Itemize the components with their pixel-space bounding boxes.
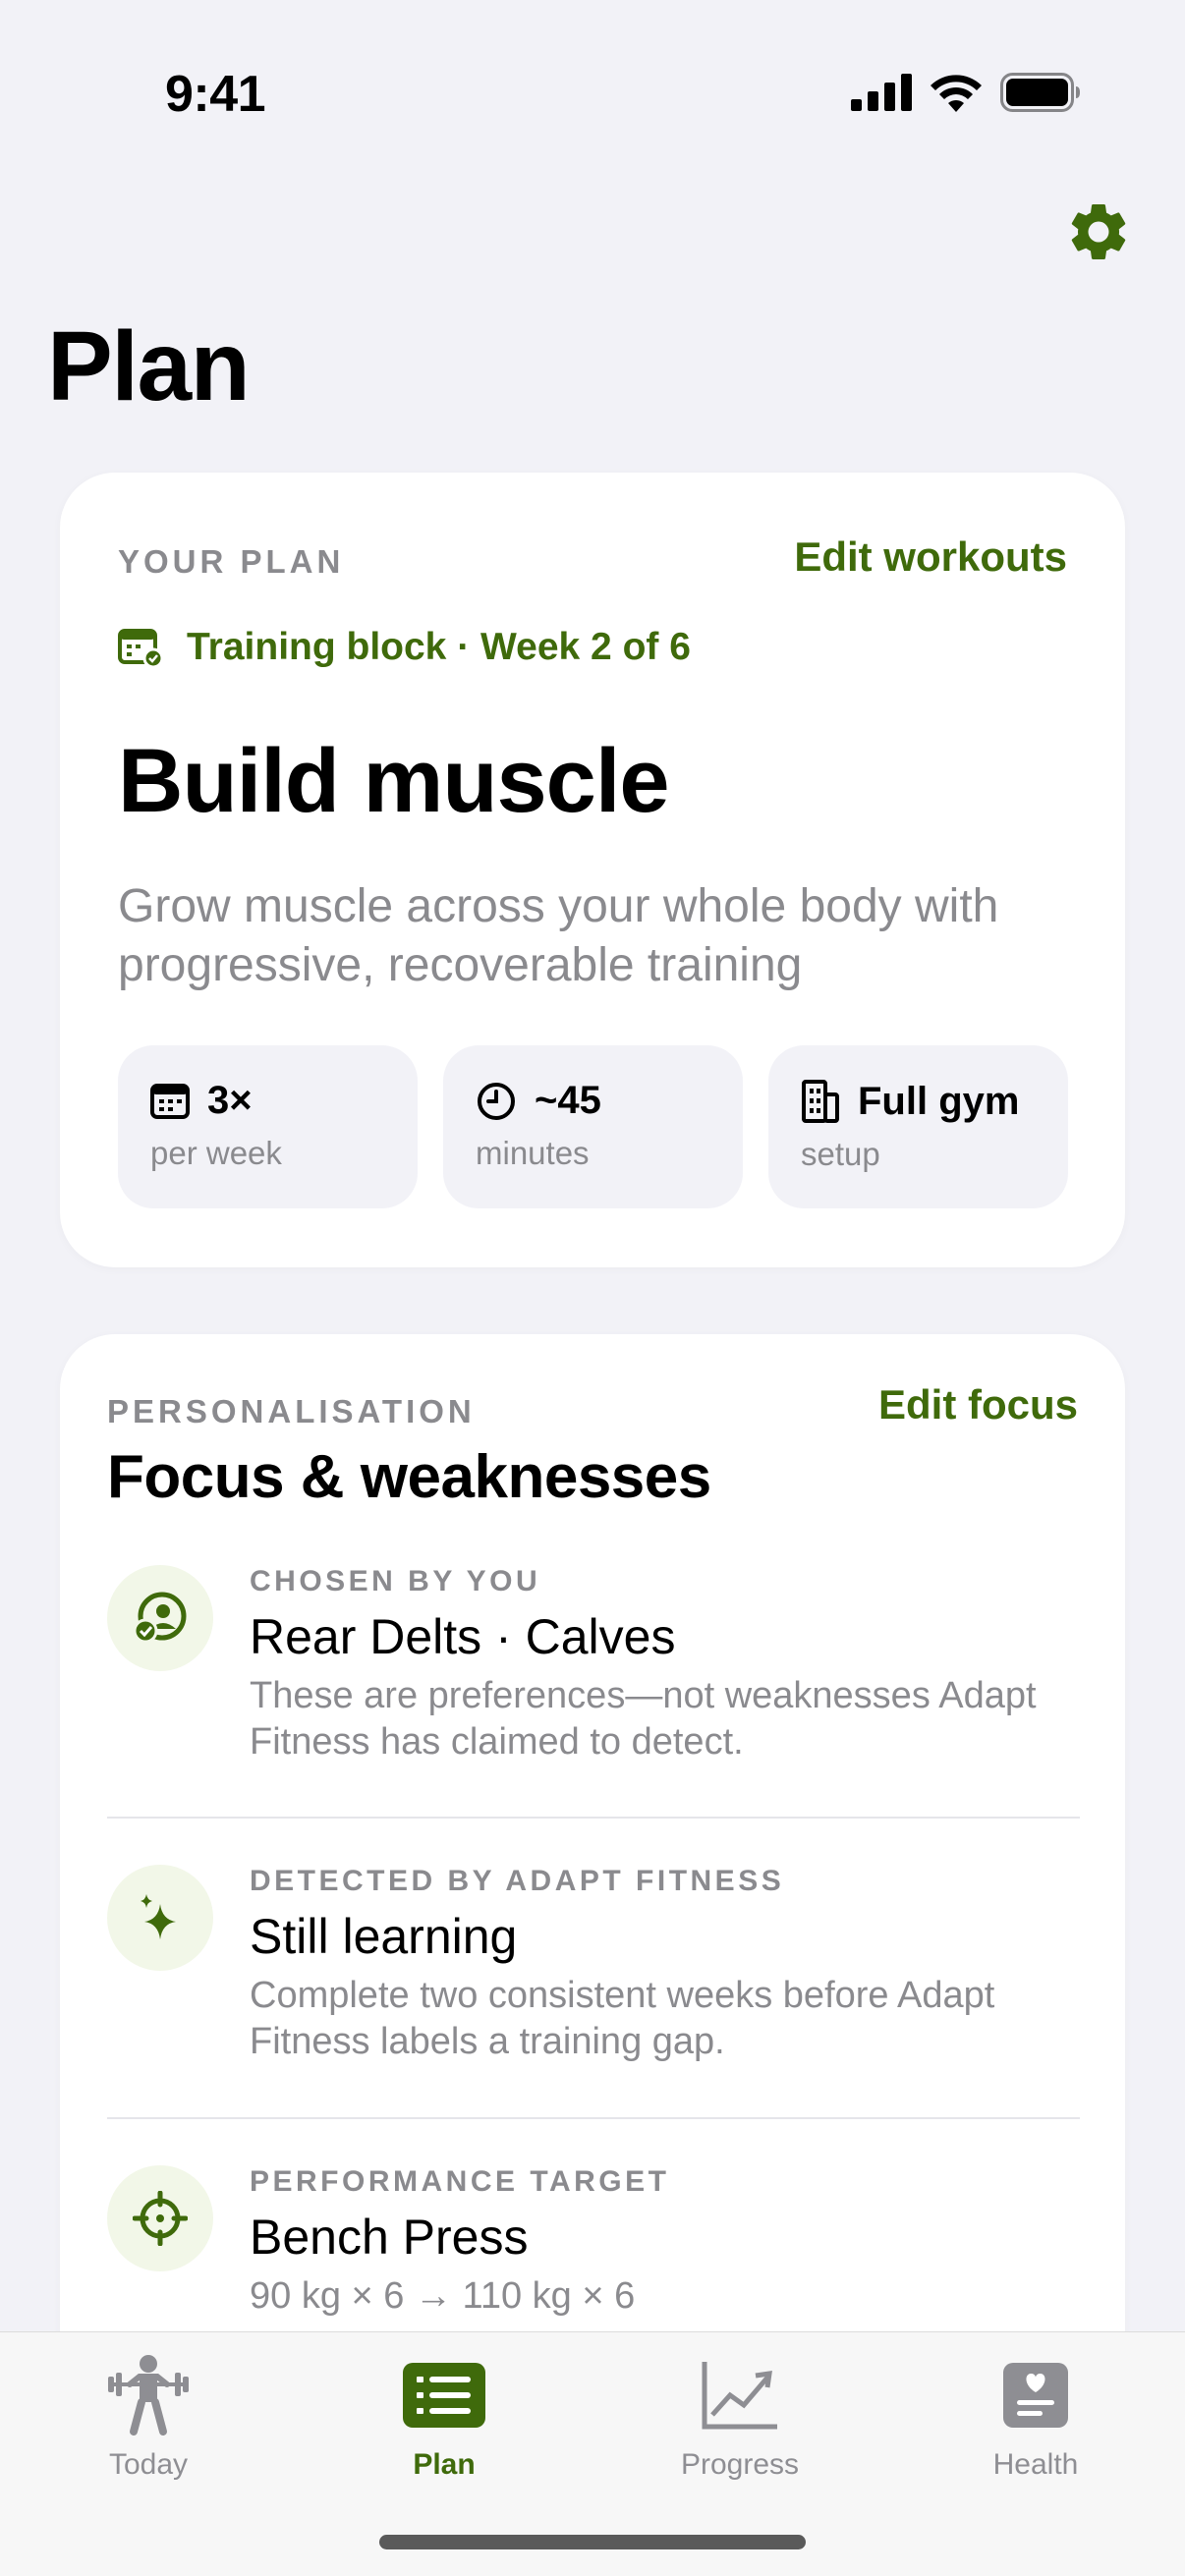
stat-equipment-label: setup: [801, 1136, 880, 1172]
tab-label: Plan: [413, 2448, 476, 2481]
focus-item-eyebrow: PERFORMANCE TARGET: [250, 2165, 670, 2198]
training-block-row: Training block · Week 2 of 6: [118, 626, 691, 669]
person-check-icon: [107, 1565, 213, 1671]
cellular-signal-icon: [851, 74, 912, 111]
plan-eyebrow: YOUR PLAN: [118, 543, 345, 580]
health-icon: [987, 2346, 1085, 2444]
chart-icon: [691, 2346, 789, 2444]
stat-frequency-label: per week: [150, 1135, 282, 1171]
list-icon: [395, 2346, 493, 2444]
page-title: Plan: [47, 311, 251, 421]
focus-item-chosen[interactable]: CHOSEN BY YOU Rear Delts · Calves These …: [107, 1565, 1080, 1781]
divider: [107, 1817, 1080, 1819]
tab-label: Health: [992, 2448, 1079, 2481]
focus-title: Focus & weaknesses: [107, 1443, 711, 1511]
building-icon: [802, 1080, 839, 1123]
plan-stats: 3× per week ~45 minutes Full gym setup: [118, 1045, 1068, 1208]
stat-equipment: Full gym setup: [768, 1045, 1068, 1208]
focus-item-eyebrow: DETECTED BY ADAPT FITNESS: [250, 1865, 785, 1897]
calendar-icon: [150, 1083, 190, 1119]
tab-plan[interactable]: Plan: [346, 2346, 542, 2482]
focus-item-eyebrow: CHOSEN BY YOU: [250, 1565, 541, 1597]
tab-progress[interactable]: Progress: [642, 2346, 838, 2482]
sparkles-icon: [107, 1865, 213, 1971]
tab-today[interactable]: Today: [50, 2346, 247, 2482]
stat-frequency: 3× per week: [118, 1045, 418, 1208]
plan-description: Grow muscle across your whole body with …: [118, 880, 999, 991]
tab-label: Progress: [680, 2448, 800, 2481]
status-bar: 9:41: [0, 0, 1185, 187]
stat-frequency-value: 3×: [207, 1079, 253, 1122]
calendar-badge-icon: [118, 629, 163, 668]
focus-item-title: Bench Press: [250, 2210, 529, 2265]
settings-button[interactable]: [1063, 196, 1134, 267]
status-icons: [851, 71, 1081, 114]
stat-duration-value: ~45: [535, 1079, 601, 1122]
focus-item-title: Rear Delts · Calves: [250, 1609, 676, 1664]
gear-icon: [1071, 203, 1126, 259]
focus-item-description: 90 kg × 6 → 110 kg × 6: [250, 2275, 636, 2317]
plan-card: YOUR PLAN Edit workouts Training block ·…: [60, 473, 1125, 1267]
focus-item-description: Complete two consistent weeks before Ada…: [250, 1975, 995, 2062]
battery-icon: [1000, 73, 1080, 112]
wifi-icon: [931, 75, 982, 112]
weightlifter-icon: [99, 2346, 198, 2444]
focus-item-title: Still learning: [250, 1909, 518, 1964]
edit-workouts-button[interactable]: Edit workouts: [794, 533, 1067, 581]
focus-eyebrow: PERSONALISATION: [107, 1393, 476, 1429]
status-time: 9:41: [165, 66, 266, 123]
edit-focus-button[interactable]: Edit focus: [878, 1381, 1078, 1428]
focus-card: PERSONALISATION Edit focus Focus & weakn…: [60, 1334, 1125, 2415]
stat-equipment-value: Full gym: [858, 1079, 1020, 1123]
divider: [107, 2117, 1080, 2119]
focus-item-detected[interactable]: DETECTED BY ADAPT FITNESS Still learning…: [107, 1865, 1080, 2081]
clock-icon: [478, 1082, 515, 1120]
stat-duration: ~45 minutes: [443, 1045, 743, 1208]
home-indicator[interactable]: [379, 2535, 806, 2549]
stat-duration-label: minutes: [476, 1135, 590, 1171]
training-block-label: Training block · Week 2 of 6: [187, 626, 691, 668]
focus-item-description: These are preferences—not weaknesses Ada…: [250, 1675, 1037, 1763]
tab-health[interactable]: Health: [937, 2346, 1134, 2482]
plan-title: Build muscle: [118, 731, 670, 831]
target-icon: [107, 2165, 213, 2271]
tab-label: Today: [108, 2448, 189, 2481]
